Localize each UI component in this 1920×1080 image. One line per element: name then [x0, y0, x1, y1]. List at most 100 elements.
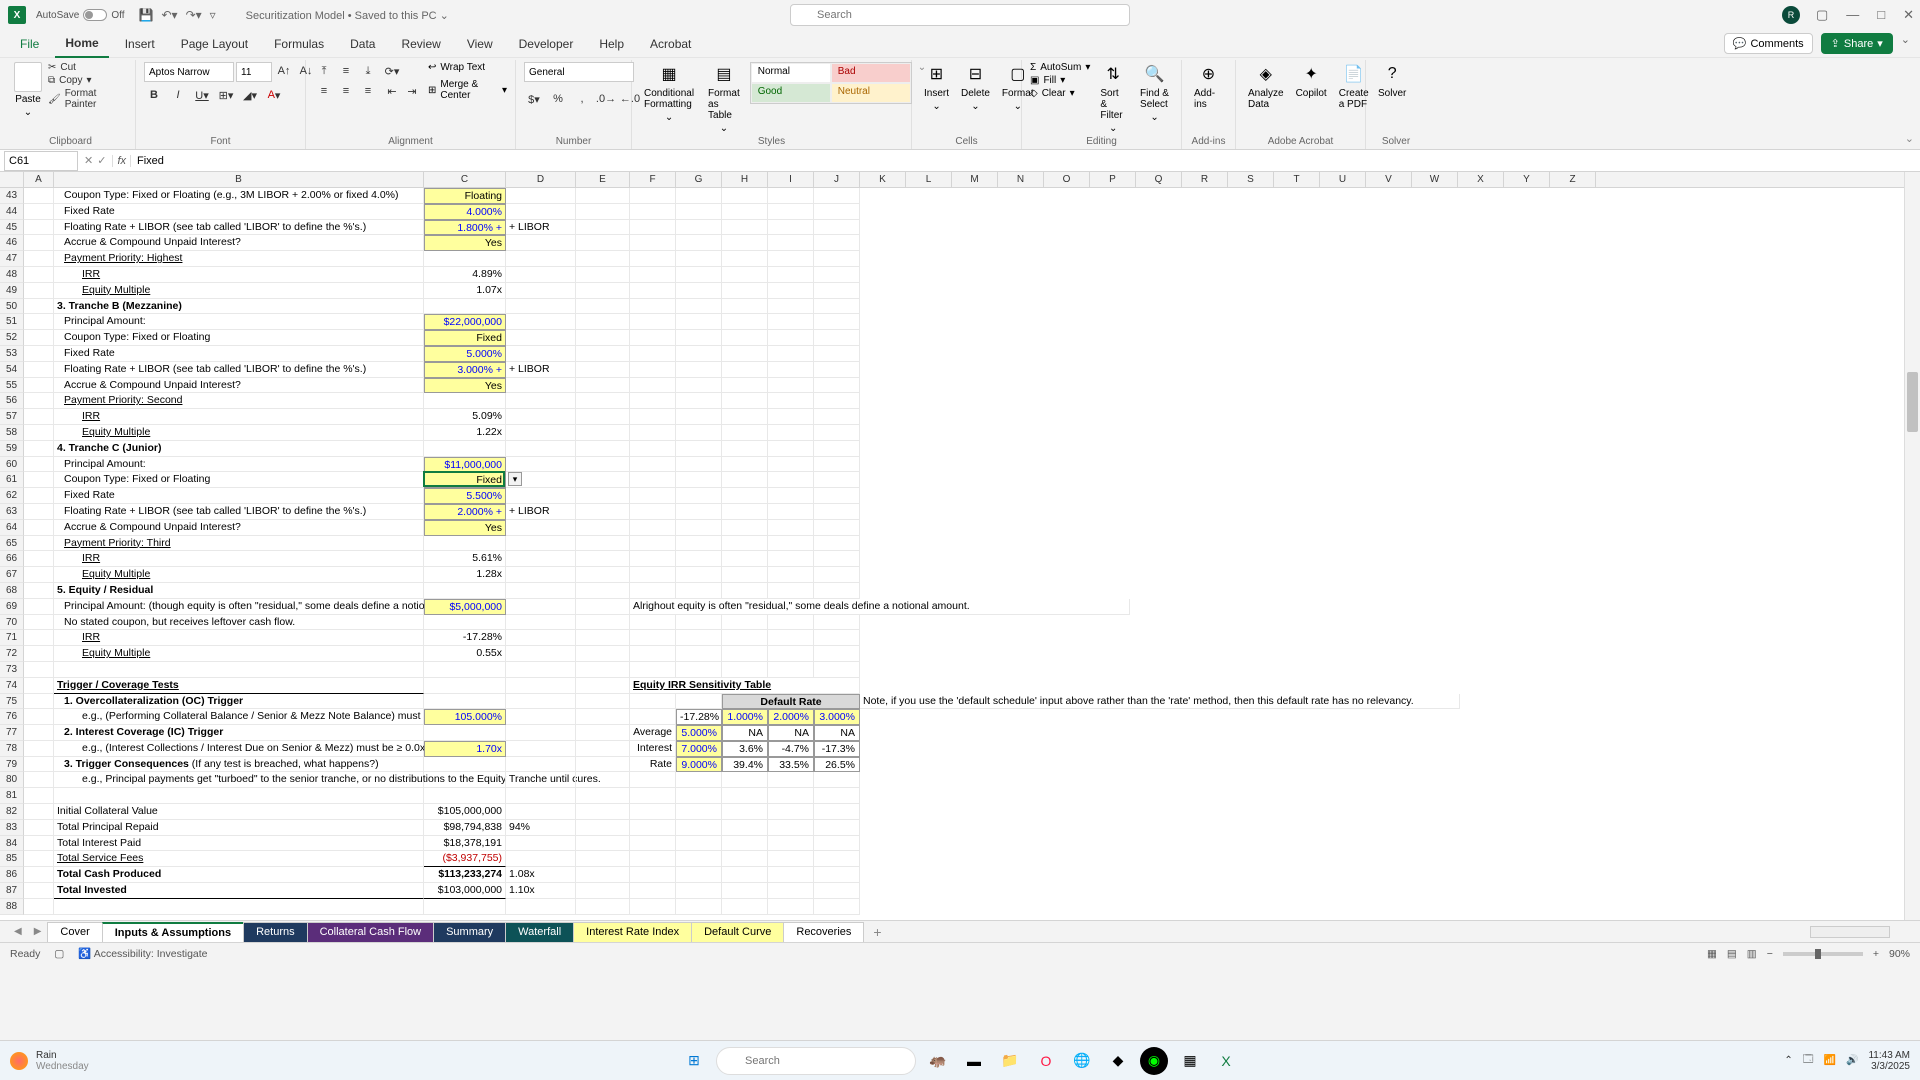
increase-decimal-icon[interactable]: .0→: [596, 90, 616, 108]
enter-formula-icon[interactable]: ✓: [97, 154, 106, 167]
cell[interactable]: [576, 694, 630, 710]
clear-button[interactable]: ◇ Clear ▾: [1030, 88, 1090, 99]
cell[interactable]: 0.55x: [424, 646, 506, 662]
cell[interactable]: [814, 536, 860, 552]
cell[interactable]: [506, 662, 576, 678]
row-header[interactable]: 46: [0, 235, 24, 251]
cell[interactable]: [814, 235, 860, 251]
cell[interactable]: [814, 472, 860, 488]
cell[interactable]: [506, 678, 576, 694]
cell[interactable]: [24, 678, 54, 694]
accessibility-status[interactable]: ♿ Accessibility: Investigate: [78, 947, 207, 960]
cell[interactable]: [24, 457, 54, 473]
cell[interactable]: [424, 536, 506, 552]
search-input[interactable]: [790, 4, 1130, 26]
cell[interactable]: 2.000% +: [424, 504, 506, 520]
cell[interactable]: [814, 615, 860, 631]
cell[interactable]: [24, 599, 54, 615]
cell[interactable]: 1.08x: [506, 867, 576, 883]
redo-icon[interactable]: ↷▾: [186, 8, 202, 22]
vertical-scrollbar[interactable]: [1904, 172, 1920, 920]
cell[interactable]: [24, 899, 54, 915]
cell[interactable]: [630, 393, 676, 409]
cell[interactable]: [722, 188, 768, 204]
cell[interactable]: [24, 709, 54, 725]
insert-cells-button[interactable]: ⊞Insert⌄: [920, 62, 953, 112]
cell[interactable]: [506, 488, 576, 504]
cell[interactable]: [676, 551, 722, 567]
cell[interactable]: [506, 330, 576, 346]
sheet-tab-waterfall[interactable]: Waterfall: [505, 922, 574, 942]
avatar[interactable]: R: [1782, 6, 1800, 24]
cell[interactable]: [506, 441, 576, 457]
cell[interactable]: Equity Multiple: [54, 283, 424, 299]
cell[interactable]: [506, 188, 576, 204]
row-header[interactable]: 47: [0, 251, 24, 267]
tab-data[interactable]: Data: [340, 31, 385, 57]
cell[interactable]: 5.500%: [424, 488, 506, 504]
cell[interactable]: [24, 283, 54, 299]
cell[interactable]: $105,000,000: [424, 804, 506, 820]
align-middle-icon[interactable]: ≡: [336, 62, 356, 80]
page-break-view-icon[interactable]: ▥: [1747, 948, 1757, 960]
row-header[interactable]: 62: [0, 488, 24, 504]
cell[interactable]: [630, 851, 676, 867]
cell[interactable]: [630, 346, 676, 362]
row-header[interactable]: 74: [0, 678, 24, 694]
row-header[interactable]: 43: [0, 188, 24, 204]
row-header[interactable]: 80: [0, 772, 24, 788]
cell[interactable]: [424, 678, 506, 694]
collapse-ribbon-icon[interactable]: ⌄: [1901, 33, 1910, 54]
fx-icon[interactable]: fx: [112, 155, 131, 167]
zoom-out-icon[interactable]: −: [1767, 948, 1773, 960]
cell[interactable]: [676, 235, 722, 251]
cell[interactable]: Accrue & Compound Unpaid Interest?: [54, 520, 424, 536]
cell[interactable]: NA: [768, 725, 814, 741]
tab-developer[interactable]: Developer: [509, 31, 584, 57]
start-icon[interactable]: ⊞: [680, 1047, 708, 1075]
cell[interactable]: Note, if you use the 'default schedule' …: [860, 694, 1460, 710]
cell[interactable]: [576, 804, 630, 820]
cell[interactable]: IRR: [54, 267, 424, 283]
cell[interactable]: [722, 504, 768, 520]
cell[interactable]: [814, 772, 860, 788]
tab-view[interactable]: View: [457, 31, 503, 57]
cell[interactable]: [424, 694, 506, 710]
cell[interactable]: [576, 646, 630, 662]
cell[interactable]: [576, 220, 630, 236]
cell[interactable]: [676, 583, 722, 599]
column-header[interactable]: B: [54, 172, 424, 187]
find-select-button[interactable]: 🔍Find & Select⌄: [1136, 62, 1173, 123]
row-header[interactable]: 72: [0, 646, 24, 662]
task-app-2-icon[interactable]: ▬: [960, 1047, 988, 1075]
macro-record-icon[interactable]: ▢: [54, 948, 64, 960]
cell[interactable]: [676, 457, 722, 473]
cell[interactable]: [506, 694, 576, 710]
cell[interactable]: [506, 599, 576, 615]
share-button[interactable]: ⇪ Share ▾: [1821, 33, 1893, 54]
formula-input[interactable]: [131, 153, 1920, 169]
cell[interactable]: 9.000%: [676, 757, 722, 773]
orientation-icon[interactable]: ⟳▾: [382, 62, 402, 80]
cell[interactable]: [576, 867, 630, 883]
align-center-icon[interactable]: ≡: [336, 82, 356, 100]
comma-format-icon[interactable]: ,: [572, 90, 592, 108]
cell[interactable]: [576, 851, 630, 867]
accounting-format-icon[interactable]: $▾: [524, 90, 544, 108]
cell[interactable]: [576, 583, 630, 599]
row-header[interactable]: 55: [0, 378, 24, 394]
cell[interactable]: [576, 599, 630, 615]
cell[interactable]: Equity IRR Sensitivity Table: [630, 678, 860, 694]
row-header[interactable]: 49: [0, 283, 24, 299]
cell[interactable]: [576, 314, 630, 330]
sheet-tab-summary[interactable]: Summary: [433, 922, 506, 942]
row-header[interactable]: 82: [0, 804, 24, 820]
row-header[interactable]: 75: [0, 694, 24, 710]
cell[interactable]: [768, 441, 814, 457]
cell[interactable]: [676, 330, 722, 346]
toggle-icon[interactable]: [83, 9, 107, 21]
cell[interactable]: 1.22x: [424, 425, 506, 441]
cell[interactable]: [630, 267, 676, 283]
cell[interactable]: $18,378,191: [424, 836, 506, 852]
cell[interactable]: [676, 362, 722, 378]
